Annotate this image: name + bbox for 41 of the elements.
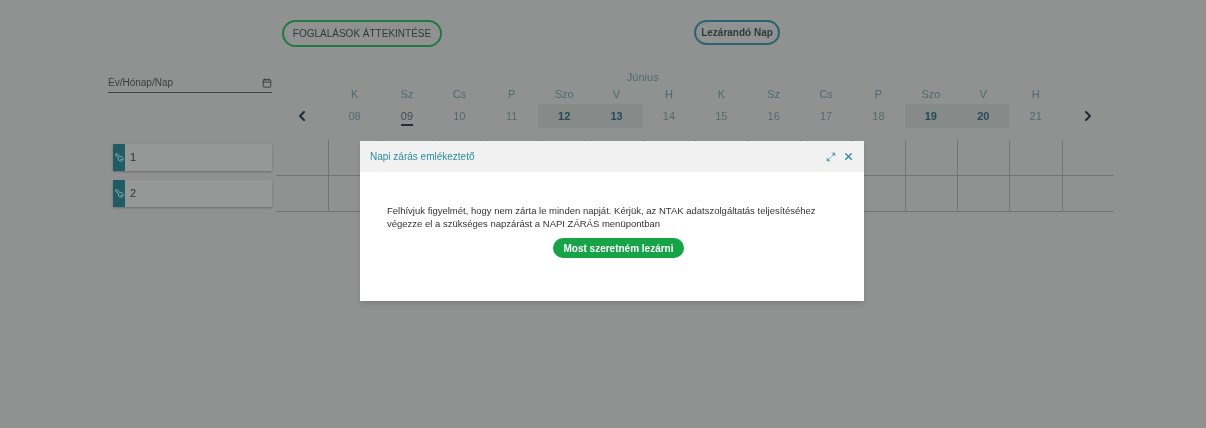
date-field[interactable]: Év/Hónap/Nap	[108, 73, 272, 93]
weekday-label: P	[874, 88, 883, 100]
date-number: 09	[400, 106, 414, 126]
month-label: Június	[626, 71, 659, 83]
date-cell[interactable]: 19	[904, 104, 958, 128]
closing-day-button[interactable]: Lezárandó Nap	[694, 20, 780, 45]
date-cell[interactable]: 12	[537, 104, 591, 128]
date-number: 13	[610, 109, 623, 124]
weekday-label: H	[1031, 88, 1040, 100]
dialog-title: Napi zárás emlékeztető	[370, 150, 476, 164]
expand-icon[interactable]	[826, 151, 836, 162]
weekday-label: V	[979, 88, 987, 100]
weekday-label: Sz	[767, 88, 781, 100]
weekday-label: Szo	[921, 88, 941, 100]
date-number: 20	[977, 109, 990, 124]
date-number: 19	[924, 109, 937, 124]
weekday-label: Szo	[554, 88, 574, 100]
weekday-label: H	[664, 88, 673, 100]
weekday-label: Sz	[400, 88, 414, 100]
weekday-label: V	[612, 88, 621, 100]
overview-button[interactable]: FOGLALÁSOK ÁTTEKINTÉSE	[282, 20, 442, 47]
room-name: 2	[130, 186, 137, 202]
key-icon	[114, 153, 124, 162]
weekday-label: Cs	[452, 88, 467, 100]
close-icon[interactable]	[843, 151, 854, 162]
room-name: 1	[130, 150, 137, 166]
weekday-label: P	[508, 88, 516, 100]
close-now-button[interactable]: Most szeretném lezárni	[553, 238, 684, 258]
date-input[interactable]: Év/Hónap/Nap	[108, 75, 262, 90]
weekday-label: Cs	[819, 88, 833, 100]
date-cell[interactable]: 09	[380, 104, 434, 128]
calendar-icon	[262, 77, 272, 88]
weekday-label: K	[350, 88, 359, 100]
dialog-message: Felhívjuk figyelmét, hogy nem zárta le minden napját. Kérjük, az NTAK adatszolgáltatás teljesítéséhez végezze el a szükséges napzárást a NAPI ZÁRÁS menüpontban	[387, 204, 817, 230]
date-number: 12	[558, 109, 571, 124]
room-label[interactable]: 2	[113, 180, 272, 207]
weekday-label: K	[717, 88, 725, 100]
date-cell[interactable]: 13	[590, 104, 643, 128]
key-icon	[114, 189, 124, 198]
room-label[interactable]: 1	[113, 144, 272, 171]
date-cell[interactable]: 20	[957, 104, 1010, 128]
